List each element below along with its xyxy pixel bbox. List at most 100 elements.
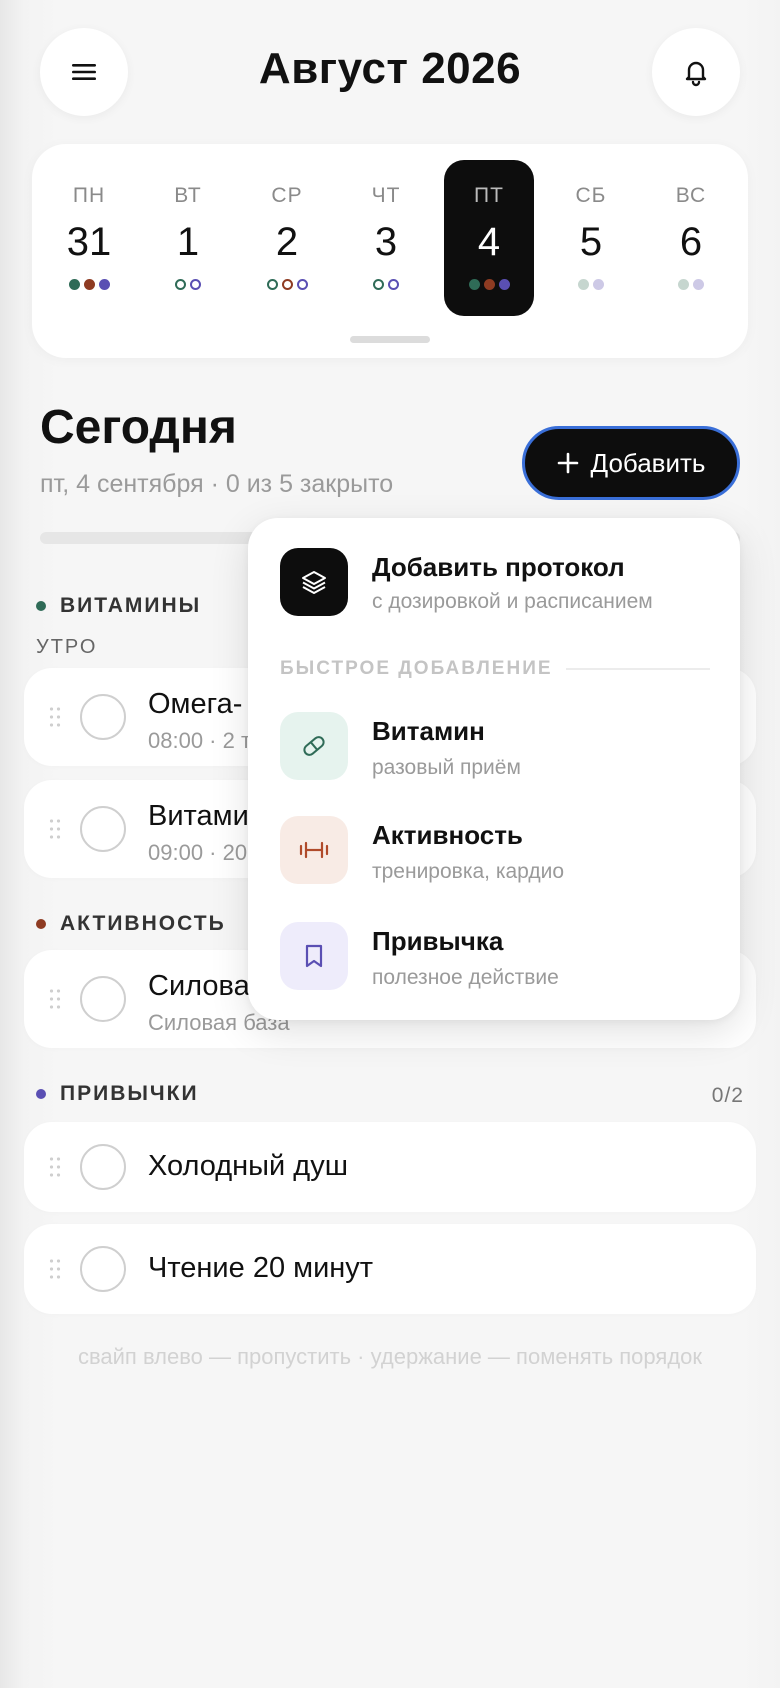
section-divider [566,668,710,670]
item-subtitle: 08:00 · 2 т [148,728,252,753]
complete-checkbox[interactable] [80,1144,126,1190]
section-color-dot [36,601,46,611]
gesture-hint: свайп влево — пропустить · удержание — п… [77,1344,703,1369]
section-label: ВИТАМИНЫ [60,594,202,617]
day-markers [44,279,134,291]
menu-item-subtitle: с дозировкой и расписанием [372,590,653,613]
section-color-dot [36,1089,46,1099]
day-wed[interactable]: СР 2 [242,160,332,316]
day-name: ЧТ [371,184,401,207]
day-name: СБ [575,184,607,207]
notifications-button[interactable] [652,28,740,116]
item-subtitle: 09:00 · 20 [148,840,248,865]
day-markers [646,279,736,291]
day-date: 3 [374,220,398,264]
complete-checkbox[interactable] [80,976,126,1022]
add-button[interactable]: Добавить [522,426,740,500]
complete-checkbox[interactable] [80,1246,126,1292]
week-expand-handle[interactable] [350,336,430,343]
day-name: ПН [72,184,106,207]
subgroup-morning: УТРО [36,636,98,658]
item-title: Силова [148,970,250,1002]
menu-item-title: Добавить протокол [372,552,625,582]
section-vitamins-header: ВИТАМИНЫ [36,594,201,618]
section-habits-count: 0/2 [711,1084,744,1107]
item-title: Витами [148,800,249,832]
menu-icon-box [280,712,348,780]
item-title: Холодный душ [148,1150,348,1182]
day-name: СР [271,184,303,207]
menu-icon-box [280,816,348,884]
item-title: Чтение 20 минут [148,1252,374,1284]
day-date: 1 [176,220,200,264]
menu-item-title: Витамин [372,716,485,746]
day-markers [444,279,534,291]
vitamins-marker [468,279,480,290]
day-markers [242,279,332,291]
day-name: ВТ [174,184,202,207]
menu-item-title: Привычка [372,926,504,956]
add-menu-popup: Добавить протокол с дозировкой и расписа… [248,518,740,1020]
day-sun[interactable]: ВС 6 [646,160,736,316]
day-fri[interactable]: ПТ 4 [444,160,534,316]
item-title: Омега- [148,688,243,720]
day-sat[interactable]: СБ 5 [546,160,636,316]
activity-marker [281,279,293,290]
day-tue[interactable]: ВТ 1 [143,160,233,316]
vitamins-marker [68,279,80,290]
vitamins-marker [373,279,384,290]
complete-checkbox[interactable] [80,694,126,740]
day-date: 5 [579,220,603,264]
habits-marker [498,279,510,290]
habits-marker [693,279,704,290]
bookmark-icon [305,944,323,968]
day-date: 6 [679,220,703,264]
habits-marker [388,279,399,290]
today-title: Сегодня [40,401,237,454]
pill-icon [303,736,325,756]
complete-checkbox[interactable] [80,806,126,852]
section-label: АКТИВНОСТЬ [60,912,226,935]
drag-handle-icon[interactable] [48,1155,62,1179]
drag-handle-icon[interactable] [48,987,62,1011]
habits-marker [593,279,604,290]
drag-handle-icon[interactable] [48,705,62,729]
menu-item-title: Активность [372,820,523,850]
activity-marker [483,279,495,290]
habits-marker [98,279,110,290]
vitamins-marker [678,279,689,290]
section-activity-header: АКТИВНОСТЬ [36,912,226,936]
list-item-reading[interactable]: Чтение 20 минут [24,1224,756,1314]
day-name: ПТ [474,184,504,207]
list-item-cold-shower[interactable]: Холодный душ [24,1122,756,1212]
menu-item-subtitle: разовый приём [372,756,521,779]
dumbbell-icon [299,841,329,859]
day-date: 4 [477,220,501,264]
plus-icon [557,452,578,474]
vitamins-marker [578,279,589,290]
day-mon[interactable]: ПН 31 [44,160,134,316]
layers-icon [302,571,326,594]
week-strip: ПН 31 ВТ 1 СР 2 ЧТ 3 ПТ 4 СБ 5 ВС 6 [32,144,748,358]
day-markers [546,279,636,291]
drag-handle-icon[interactable] [48,1257,62,1281]
vitamins-marker [175,279,186,290]
day-date: 2 [275,220,299,264]
section-habits-header: ПРИВЫЧКИ [36,1082,199,1106]
day-thu[interactable]: ЧТ 3 [341,160,431,316]
day-name: ВС [675,184,707,207]
menu-icon-box [280,548,348,616]
menu-icon-box [280,922,348,990]
vitamins-marker [266,279,278,290]
drag-handle-icon[interactable] [48,817,62,841]
habits-marker [296,279,308,290]
day-markers [341,279,431,291]
menu-item-subtitle: тренировка, кардио [372,860,565,883]
section-color-dot [36,919,46,929]
habits-marker [190,279,201,290]
today-subtitle: пт, 4 сентября · 0 из 5 закрыто [40,470,394,498]
section-label: ПРИВЫЧКИ [60,1082,199,1105]
menu-item-subtitle: полезное действие [372,966,559,989]
add-button-label: Добавить [590,447,706,478]
quick-add-label: БЫСТРОЕ ДОБАВЛЕНИЕ [280,658,553,679]
